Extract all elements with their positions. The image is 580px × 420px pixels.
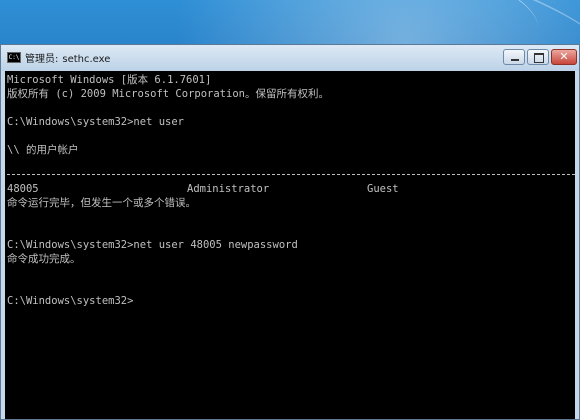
user-account-cell: Administrator [187, 183, 270, 195]
console-line: \\ 的用户帐户 [7, 144, 79, 156]
console-icon: C:\ [7, 52, 21, 63]
minimize-button[interactable] [503, 49, 525, 65]
close-icon: ✕ [559, 50, 569, 63]
console-line: Microsoft Windows [版本 6.1.7601] [7, 74, 212, 86]
console-line: 命令运行完毕，但发生一个或多个错误。 [7, 197, 196, 209]
close-button[interactable]: ✕ [551, 49, 577, 65]
console-line: C:\Windows\system32>net user [7, 116, 185, 128]
title-name: sethc.exe [62, 54, 111, 65]
user-account-cell: Guest [367, 183, 399, 195]
cmd-window[interactable]: C:\ 管理员: sethc.exe ✕ Microsoft Windows [版… [0, 44, 580, 420]
title-bar[interactable]: C:\ 管理员: sethc.exe ✕ [1, 45, 579, 71]
separator-line [7, 174, 575, 176]
command-prompt[interactable]: C:\Windows\system32> [7, 294, 133, 308]
maximize-button[interactable] [527, 49, 549, 65]
title-prefix: 管理员: [25, 54, 59, 65]
console-output[interactable]: Microsoft Windows [版本 6.1.7601] 版权所有 (c)… [5, 71, 575, 419]
user-account-cell: 48005 [7, 183, 39, 195]
window-title: 管理员: sethc.exe [25, 50, 114, 65]
console-line: 命令成功完成。 [7, 253, 81, 265]
console-line: C:\Windows\system32>net user 48005 newpa… [7, 239, 298, 251]
console-line: 版权所有 (c) 2009 Microsoft Corporation。保留所有… [7, 88, 329, 100]
